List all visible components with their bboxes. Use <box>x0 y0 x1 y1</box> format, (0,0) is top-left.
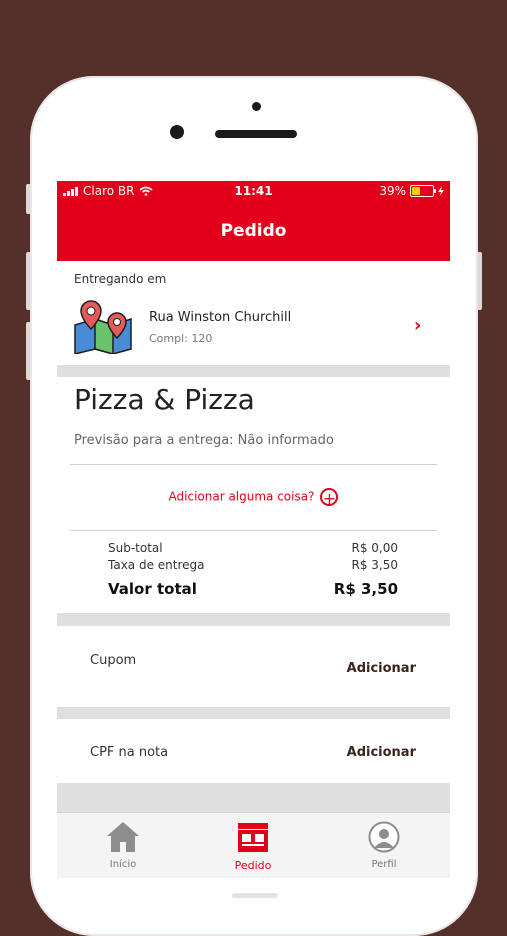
status-bar: Claro BR 11:41 39% <box>57 181 450 202</box>
total-label: Valor total <box>108 580 197 598</box>
delivery-fee-row: Taxa de entrega R$ 3,50 <box>108 558 398 572</box>
subtotal-label: Sub-total <box>108 541 163 555</box>
plus-circle-icon: + <box>320 488 339 507</box>
cpf-label: CPF na nota <box>90 745 169 760</box>
add-coupon-button[interactable]: Adicionar <box>347 661 416 676</box>
storefront-icon <box>238 823 268 852</box>
coupon-label: Cupom <box>90 653 137 668</box>
user-icon <box>368 821 400 853</box>
total-row: Valor total R$ 3,50 <box>108 580 398 598</box>
address-street: Rua Winston Churchill <box>149 310 292 325</box>
tab-label: Pedido <box>234 859 272 872</box>
delivery-fee-value: R$ 3,50 <box>351 558 398 572</box>
tab-inicio[interactable]: Início <box>73 821 173 870</box>
tab-bar: Início Pedido Perfil <box>57 812 450 878</box>
earpiece-speaker <box>215 130 297 138</box>
proximity-sensor <box>252 102 261 111</box>
delivery-estimate: Previsão para a entrega: Não informado <box>74 433 334 448</box>
add-item-label: Adicionar alguma coisa? <box>168 489 315 504</box>
charging-icon <box>438 186 444 196</box>
chevron-right-icon[interactable]: › <box>414 315 421 336</box>
home-icon <box>107 822 139 852</box>
tab-perfil[interactable]: Perfil <box>334 821 434 870</box>
app-screen: Claro BR 11:41 39% Pedido Entregando em <box>57 181 450 878</box>
address-complement: Compl: 120 <box>149 332 213 345</box>
battery-percent: 39% <box>379 184 406 198</box>
delivery-fee-label: Taxa de entrega <box>108 558 205 572</box>
delivery-label: Entregando em <box>74 272 167 286</box>
order-card: Pizza & Pizza Previsão para a entrega: N… <box>57 377 450 613</box>
tab-label: Perfil <box>371 859 397 870</box>
coupon-row[interactable]: Cupom Adicionar <box>57 626 450 707</box>
cpf-row[interactable]: CPF na nota Adicionar <box>57 719 450 783</box>
divider <box>70 464 437 465</box>
subtotal-value: R$ 0,00 <box>351 541 398 555</box>
divider <box>70 530 437 531</box>
front-camera <box>170 125 184 139</box>
tab-label: Início <box>109 859 137 870</box>
home-button <box>232 893 278 898</box>
add-item-button[interactable]: Adicionar alguma coisa? + <box>57 488 450 507</box>
page-title: Pedido <box>57 202 450 261</box>
total-value: R$ 3,50 <box>333 580 398 598</box>
battery-icon <box>410 185 436 197</box>
delivery-address-card[interactable]: Entregando em Rua Winston Churchill Comp… <box>57 261 450 365</box>
map-pins-icon <box>74 300 132 354</box>
store-name: Pizza & Pizza <box>74 383 255 416</box>
tab-pedido[interactable]: Pedido <box>203 821 303 872</box>
add-cpf-button[interactable]: Adicionar <box>347 745 416 760</box>
subtotal-row: Sub-total R$ 0,00 <box>108 541 398 555</box>
